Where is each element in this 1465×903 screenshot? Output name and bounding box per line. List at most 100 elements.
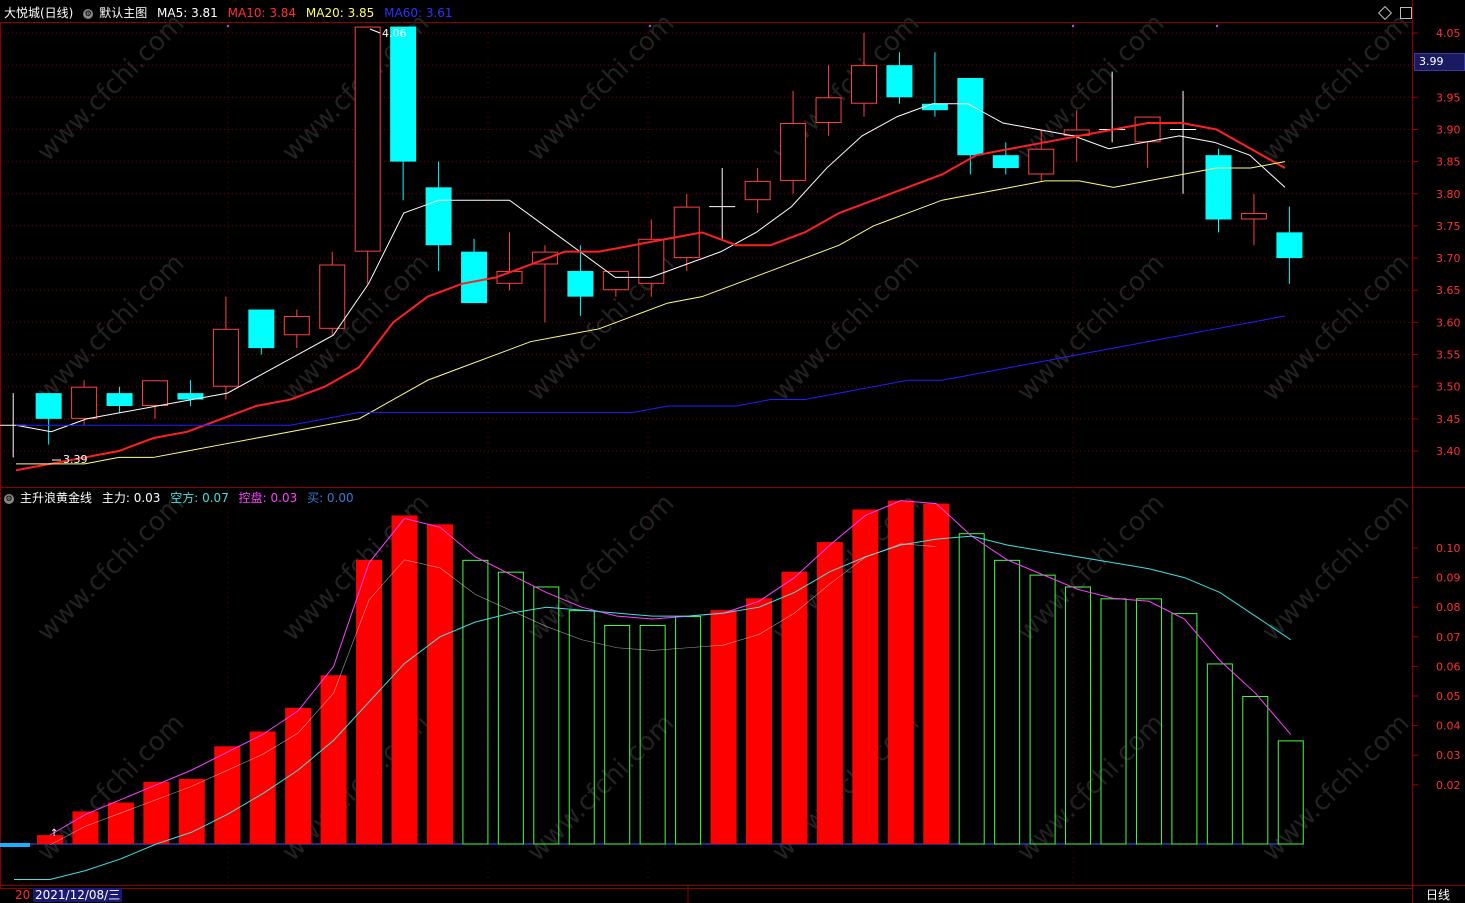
signal-dot	[648, 24, 652, 28]
indicator-bar	[887, 500, 914, 844]
indicator-bar	[320, 675, 347, 844]
signal-dot	[1215, 24, 1219, 28]
stock-title: 大悦城(日线)	[4, 6, 74, 20]
indicator-tick-label: 0.02	[1436, 779, 1461, 792]
candle-body	[319, 264, 346, 329]
indicator-bar	[994, 559, 1021, 845]
indicator-tick-label: 0.03	[1436, 749, 1461, 762]
indicator-bar	[214, 746, 241, 844]
candle-body	[1205, 155, 1232, 220]
watermark-text: www.cfchi.com	[1256, 488, 1415, 647]
indicator-bar	[852, 509, 879, 844]
sub-header: ⚙ 主升浪黄金线 主力: 0.03 空方: 0.07 控盘: 0.03 买: 0.…	[4, 491, 360, 505]
indicator-line-kongfang	[14, 535, 1292, 881]
candle-body	[106, 393, 133, 406]
arrow-marker: ↑	[50, 828, 58, 839]
candle-body	[567, 270, 594, 297]
stock-chart[interactable]: www.cfchi.com www.cfchi.com www.cfchi.com w…	[0, 0, 1465, 903]
candle-body	[1276, 232, 1303, 259]
mai-label: 买: 0.00	[307, 491, 354, 505]
indicator-bar	[72, 811, 99, 844]
candle-body	[957, 78, 984, 156]
watermark-text: www.cfchi.com	[1256, 248, 1415, 407]
candle-body	[780, 123, 807, 181]
watermark-text: www.cfchi.com	[1011, 248, 1170, 407]
candle-body	[992, 155, 1019, 169]
watermark-text: www.cfchi.com	[31, 488, 190, 647]
candle-body	[815, 97, 842, 124]
chart-border	[0, 22, 1413, 889]
price-tick-label: 3.50	[1436, 381, 1461, 394]
price-tick-label: 3.95	[1436, 91, 1461, 104]
indicator-bar	[143, 781, 170, 844]
indicator-tick-label: 0.10	[1436, 542, 1461, 555]
period-tab[interactable]: 日线	[1426, 888, 1450, 902]
settings-icon[interactable]: ⚙	[83, 8, 94, 19]
indicator-bar	[781, 571, 808, 844]
price-tick-label: 3.80	[1436, 188, 1461, 201]
price-tick-label: 3.70	[1436, 252, 1461, 265]
price-grid	[0, 22, 1412, 885]
candle-body	[851, 65, 877, 104]
candle-body	[425, 187, 452, 246]
ma20-label: MA20: 3.85	[305, 6, 375, 20]
candle-body	[602, 270, 629, 291]
y-axis-labels: 4.054.003.953.903.853.803.753.703.653.60…	[1412, 27, 1461, 792]
ma10-label: MA10: 3.84	[227, 6, 297, 20]
candle-body	[354, 26, 381, 252]
signal-dot	[226, 24, 230, 28]
price-tick-label: 3.55	[1436, 349, 1461, 362]
indicator-tick-label: 0.05	[1436, 690, 1461, 703]
kongpan-label: 控盘: 0.03	[238, 491, 298, 505]
zhuli-label: 主力: 0.03	[101, 491, 161, 505]
price-tick-label: 3.45	[1436, 413, 1461, 426]
indicator-bar	[391, 515, 418, 844]
candle-body	[283, 315, 310, 336]
watermark-text: www.cfchi.com	[1256, 8, 1415, 167]
price-tick-label: 3.75	[1436, 220, 1461, 233]
candle-body	[1028, 148, 1055, 175]
indicator-bar	[958, 533, 985, 845]
candle-body	[142, 380, 168, 406]
candle-body	[673, 206, 700, 259]
indicator-tick-label: 0.06	[1436, 660, 1461, 673]
window-icon[interactable]	[1400, 7, 1412, 19]
candle-body	[212, 328, 239, 387]
watermark-text: www.cfchi.com	[31, 8, 190, 167]
ma5-label: MA5: 3.81	[157, 6, 218, 20]
watermark-text: www.cfchi.com	[766, 248, 925, 407]
indicator-tick-label: 0.09	[1436, 572, 1461, 585]
indicator-bar	[1171, 613, 1198, 845]
current-price-box: 3.99	[1414, 53, 1465, 71]
indicator-bar	[923, 503, 950, 844]
price-annotation: 4.06	[382, 27, 407, 40]
kongfang-label: 空方: 0.07	[170, 491, 229, 505]
indicator-bar	[1206, 663, 1233, 845]
footer-date: 2021/12/08/三	[33, 888, 123, 902]
price-tick-label: 3.60	[1436, 316, 1461, 329]
indicator-bar	[178, 778, 205, 844]
indicator-settings-icon[interactable]: ⚙	[4, 493, 14, 504]
candle-body	[744, 180, 771, 201]
price-tick-label: 4.05	[1436, 27, 1461, 40]
candle-body	[71, 386, 98, 419]
signal-dot	[1071, 24, 1075, 28]
indicator-bar	[816, 542, 843, 844]
ma60-label: MA60: 3.61	[384, 6, 453, 20]
price-tick-label: 3.40	[1436, 445, 1461, 458]
indicator-tick-label: 0.07	[1436, 631, 1461, 644]
candle-body	[461, 251, 488, 304]
candle-body	[248, 309, 275, 349]
indicator-name[interactable]: 主升浪黄金线	[20, 491, 92, 505]
main-chart-label[interactable]: 默认主图	[99, 6, 147, 20]
indicator-bar	[426, 524, 453, 844]
footer-left-stub: 20	[15, 888, 31, 902]
main-header: 大悦城(日线) ⚙ 默认主图 MA5: 3.81 MA10: 3.84 MA20:…	[4, 6, 459, 20]
indicator-tick-label: 0.08	[1436, 601, 1461, 614]
candle-body	[35, 393, 62, 419]
price-tick-label: 3.65	[1436, 284, 1461, 297]
candle-body	[390, 26, 417, 162]
indicator-tick-label: 0.04	[1436, 720, 1461, 733]
indicator-bar	[1100, 598, 1127, 845]
watermark-text: www.cfchi.com	[521, 8, 680, 167]
